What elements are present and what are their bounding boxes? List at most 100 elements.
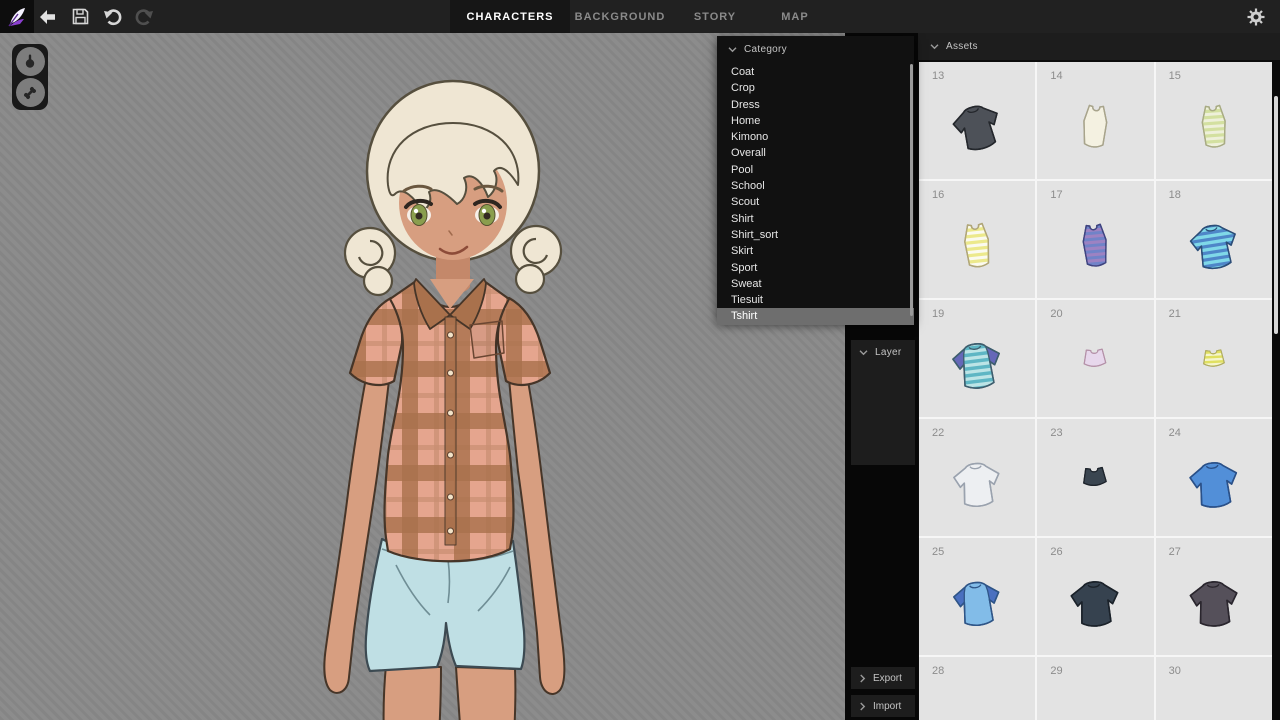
- tab-characters[interactable]: CHARACTERS: [450, 0, 570, 33]
- tab-map[interactable]: MAP: [760, 0, 830, 33]
- asset-number: 26: [1050, 546, 1062, 558]
- redo-button[interactable]: [128, 0, 160, 33]
- category-item-coat[interactable]: Coat: [717, 64, 914, 80]
- import-button[interactable]: Import: [851, 695, 915, 717]
- asset-number: 23: [1050, 427, 1062, 439]
- category-item-scout[interactable]: Scout: [717, 194, 914, 210]
- category-item-shirt[interactable]: Shirt: [717, 211, 914, 227]
- import-label: Import: [873, 701, 901, 712]
- asset-cell-30[interactable]: 30: [1156, 657, 1272, 720]
- export-button[interactable]: Export: [851, 667, 915, 689]
- tool-palette: [12, 44, 48, 110]
- bone-tool-button[interactable]: [16, 78, 45, 107]
- legs: [384, 665, 516, 720]
- category-item-home[interactable]: Home: [717, 113, 914, 129]
- asset-number: 15: [1169, 70, 1181, 82]
- undo-icon: [103, 8, 122, 26]
- category-item-crop[interactable]: Crop: [717, 80, 914, 96]
- asset-number: 16: [932, 189, 944, 201]
- asset-thumbnail-15: [1186, 98, 1242, 154]
- asset-cell-19[interactable]: 19: [919, 300, 1035, 417]
- asset-thumbnail-17: [1067, 217, 1123, 273]
- hand-tool-button[interactable]: [16, 47, 45, 76]
- asset-cell-17[interactable]: 17: [1037, 181, 1153, 298]
- quill-logo-icon: [6, 6, 28, 28]
- category-item-sport[interactable]: Sport: [717, 260, 914, 276]
- category-item-overall[interactable]: Overall: [717, 145, 914, 161]
- asset-cell-23[interactable]: 23: [1037, 419, 1153, 536]
- category-panel: Category CoatCropDressHomeKimonoOverallP…: [717, 36, 914, 322]
- save-floppy-icon: [72, 8, 89, 25]
- asset-cell-21[interactable]: 21: [1156, 300, 1272, 417]
- chevron-down-icon[interactable]: [728, 46, 737, 53]
- bone-icon: [22, 85, 38, 101]
- character-figure[interactable]: [270, 73, 610, 720]
- assets-scrollbar-track[interactable]: [1272, 60, 1280, 720]
- back-arrow-icon: [39, 9, 56, 25]
- asset-number: 21: [1169, 308, 1181, 320]
- tab-story[interactable]: STORY: [670, 0, 760, 33]
- asset-cell-27[interactable]: 27: [1156, 538, 1272, 655]
- layer-panel-title: Layer: [875, 347, 902, 358]
- category-item-shirt_sort[interactable]: Shirt_sort: [717, 227, 914, 243]
- main-tabs: CHARACTERSBACKGROUNDSTORYMAP: [450, 0, 830, 33]
- assets-panel-header: Assets: [918, 33, 1280, 60]
- asset-cell-28[interactable]: 28: [919, 657, 1035, 720]
- asset-number: 24: [1169, 427, 1181, 439]
- asset-cell-29[interactable]: 29: [1037, 657, 1153, 720]
- settings-button[interactable]: [1240, 0, 1272, 33]
- asset-cell-25[interactable]: 25: [919, 538, 1035, 655]
- save-button[interactable]: [64, 0, 96, 33]
- back-button[interactable]: [31, 0, 63, 33]
- category-item-sweat[interactable]: Sweat: [717, 276, 914, 292]
- category-item-tiesuit[interactable]: Tiesuit: [717, 292, 914, 308]
- category-item-dress[interactable]: Dress: [717, 97, 914, 113]
- asset-cell-22[interactable]: 22: [919, 419, 1035, 536]
- layer-panel: Layer: [851, 340, 915, 465]
- asset-thumbnail-18: [1184, 215, 1244, 275]
- assets-scrollbar-thumb[interactable]: [1274, 96, 1278, 334]
- category-item-tshirt[interactable]: Tshirt: [717, 308, 914, 324]
- chevron-right-icon: [859, 702, 866, 711]
- settings-gear-icon: [1247, 8, 1265, 26]
- asset-number: 13: [932, 70, 944, 82]
- asset-number: 18: [1169, 189, 1181, 201]
- assets-grid: 13 14 15 16 17 18 19 20 21 22 23 24 25 26 27 28 29 30: [919, 62, 1272, 720]
- asset-thumbnail-25: [947, 572, 1007, 632]
- category-item-skirt[interactable]: Skirt: [717, 243, 914, 259]
- asset-thumbnail-14: [1067, 98, 1123, 154]
- asset-cell-14[interactable]: 14: [1037, 62, 1153, 179]
- asset-cell-20[interactable]: 20: [1037, 300, 1153, 417]
- category-list: CoatCropDressHomeKimonoOverallPoolSchool…: [717, 64, 914, 325]
- asset-thumbnail-16: [948, 216, 1006, 274]
- category-scrollbar[interactable]: [910, 64, 913, 316]
- category-item-pool[interactable]: Pool: [717, 162, 914, 178]
- asset-thumbnail-26: [1064, 571, 1126, 633]
- asset-cell-26[interactable]: 26: [1037, 538, 1153, 655]
- export-label: Export: [873, 673, 902, 684]
- category-item-kimono[interactable]: Kimono: [717, 129, 914, 145]
- tab-background[interactable]: BACKGROUND: [570, 0, 670, 33]
- asset-cell-18[interactable]: 18: [1156, 181, 1272, 298]
- asset-number: 17: [1050, 189, 1062, 201]
- hand-pointer-icon: [22, 53, 38, 69]
- asset-thumbnail-20: [1072, 341, 1118, 387]
- app-window: CHARACTERSBACKGROUNDSTORYMAP: [0, 0, 1280, 720]
- asset-number: 20: [1050, 308, 1062, 320]
- asset-cell-16[interactable]: 16: [919, 181, 1035, 298]
- assets-panel: Assets 13 14 15 16 17 18 19 20 21 22 23 24 25 26 27 28 2…: [918, 33, 1280, 720]
- chevron-down-icon: [859, 349, 868, 356]
- redo-icon: [135, 8, 154, 26]
- asset-cell-13[interactable]: 13: [919, 62, 1035, 179]
- undo-button[interactable]: [96, 0, 128, 33]
- chevron-right-icon: [859, 674, 866, 683]
- asset-number: 25: [932, 546, 944, 558]
- asset-thumbnail-23: [1071, 459, 1119, 507]
- asset-number: 29: [1050, 665, 1062, 677]
- category-item-school[interactable]: School: [717, 178, 914, 194]
- asset-cell-24[interactable]: 24: [1156, 419, 1272, 536]
- asset-cell-15[interactable]: 15: [1156, 62, 1272, 179]
- chevron-down-icon[interactable]: [930, 43, 939, 50]
- asset-thumbnail-19: [946, 333, 1008, 395]
- app-logo[interactable]: [0, 0, 34, 33]
